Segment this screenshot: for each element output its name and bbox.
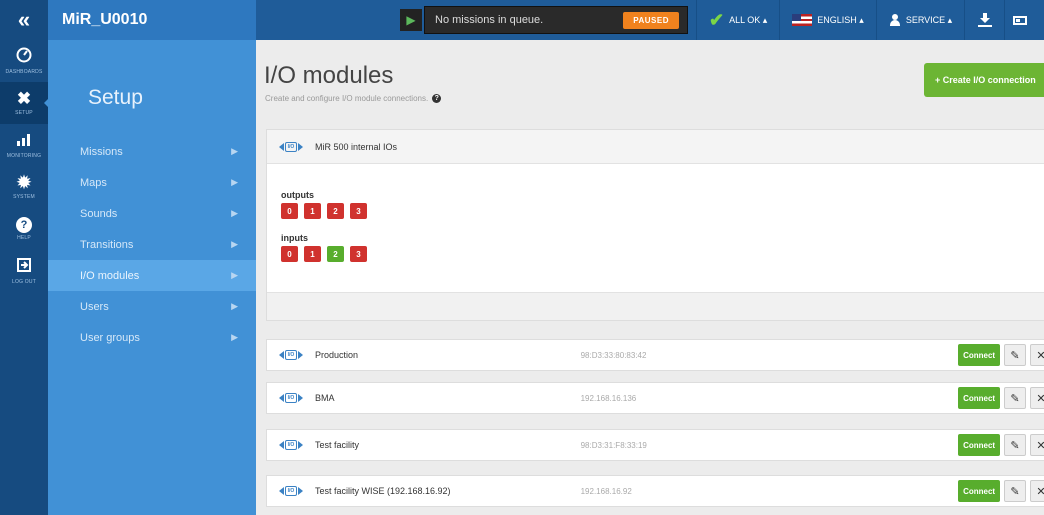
input-port: 0 [281,246,298,262]
pencil-icon[interactable]: ✎ [1004,344,1027,366]
chevron-right-icon: ▶ [231,208,238,218]
close-icon[interactable]: ✕ [1030,434,1044,456]
inputs-label: inputs [281,233,308,243]
menu-item-transitions[interactable]: Transitions ▶ [48,229,256,260]
help-icon: ? [16,217,32,233]
menu-item-maps[interactable]: Maps ▶ [48,167,256,198]
internal-io-name: MiR 500 internal IOs [315,141,398,152]
close-icon[interactable]: ✕ [1030,387,1044,409]
checkmark-icon: ✔ [709,9,725,30]
nav-setup[interactable]: ✖ SETUP [0,82,49,124]
connect-button[interactable]: Connect [958,434,1001,456]
user-menu[interactable]: SERVICE ▴ [875,0,964,40]
input-port: 1 [304,246,321,262]
main-content: I/O modules Create and configure I/O mod… [256,40,1044,515]
chevron-right-icon: ▶ [231,177,238,187]
internal-io-header[interactable]: I/O MiR 500 internal IOs [267,130,1044,164]
language-menu[interactable]: ENGLISH ▴ [779,0,876,40]
module-name: Test facility WISE (192.168.16.92) [314,486,451,496]
page-subtitle: Create and configure I/O module connecti… [265,94,442,103]
page-title: I/O modules [264,62,394,89]
left-nav: DASHBOARDS ✖ SETUP MONITORING ✹ SYSTEM ?… [0,40,49,515]
pencil-icon[interactable]: ✎ [1004,434,1027,456]
output-port[interactable]: 2 [327,203,344,219]
io-module-row: I/O Test facility WISE (192.168.16.92) 1… [266,475,1044,507]
module-address: 98:D3:31:F8:33:19 [580,440,647,450]
mission-queue-text: No missions in queue. [435,14,544,26]
output-port[interactable]: 1 [304,203,321,219]
output-port[interactable]: 3 [350,203,367,219]
nav-dashboards[interactable]: DASHBOARDS [0,40,48,82]
setup-menu: Setup Missions ▶ Maps ▶ Sounds ▶ Transition… [48,40,256,515]
close-icon[interactable]: ✕ [1030,344,1044,366]
chevron-right-icon: ▶ [231,146,238,156]
module-name: BMA [314,393,335,403]
chevron-right-icon: ▶ [231,239,238,249]
io-module-icon: I/O [279,141,303,152]
create-io-connection-button[interactable]: + Create I/O connection [924,63,1044,97]
menu-item-sounds[interactable]: Sounds ▶ [48,198,256,229]
io-module-icon: I/O [279,486,303,496]
robot-state-badge[interactable]: PAUSED [623,11,679,29]
double-chevron-left-icon[interactable]: « [0,0,48,40]
user-icon [889,14,901,26]
system-gear-icon: ✹ [16,173,32,192]
outputs-label: outputs [281,190,314,200]
monitoring-icon [16,131,32,151]
module-name: Production [314,350,358,360]
nav-system[interactable]: ✹ SYSTEM [0,166,48,208]
chevron-right-icon: ▶ [231,301,238,311]
input-ports: 0 1 2 3 [281,246,1044,262]
status-menu[interactable]: ✔ ALL OK ▴ [696,0,779,40]
robot-name: MiR_U0010 [48,0,256,40]
language-label: ENGLISH ▴ [817,14,864,25]
menu-item-io-modules[interactable]: I/O modules ▶ [48,260,256,291]
input-port: 3 [350,246,367,262]
connect-button[interactable]: Connect [958,480,1001,502]
menu-item-user-groups[interactable]: User groups ▶ [48,322,256,353]
module-address: 98:D3:33:80:83:42 [580,350,647,360]
output-port[interactable]: 0 [281,203,298,219]
status-label: ALL OK ▴ [729,14,768,25]
nav-help[interactable]: ? HELP [0,208,48,250]
io-module-icon: I/O [279,350,303,360]
battery-icon[interactable] [1004,0,1034,40]
us-flag-icon [792,14,813,26]
dashboard-icon [16,47,32,67]
io-module-icon: I/O [279,440,303,450]
io-module-row: I/O Test facility 98:D3:31:F8:33:19 Conn… [266,429,1044,461]
nav-monitoring[interactable]: MONITORING [0,124,48,166]
internal-io-card: I/O MiR 500 internal IOs outputs 0 1 2 3… [266,129,1044,321]
pencil-icon[interactable]: ✎ [1004,387,1027,409]
setup-title: Setup [88,86,143,109]
input-port: 2 [327,246,344,262]
chevron-right-icon: ▶ [231,270,238,280]
module-name: Test facility [314,440,359,450]
chevron-right-icon: ▶ [231,332,238,342]
io-module-icon: I/O [279,393,303,403]
module-address: 192.168.16.136 [580,393,637,403]
output-ports: 0 1 2 3 [281,203,1044,219]
mission-queue-status: No missions in queue. PAUSED [424,6,688,34]
play-icon[interactable]: ▶ [400,9,422,31]
connect-button[interactable]: Connect [958,344,1001,366]
logout-icon [16,257,32,277]
pencil-icon[interactable]: ✎ [1004,480,1027,502]
connect-button[interactable]: Connect [958,387,1001,409]
top-bar: « MiR_U0010 ▶ No missions in queue. PAUS… [0,0,1044,40]
module-address: 192.168.16.92 [580,486,632,496]
io-module-row: I/O BMA 192.168.16.136 Connect ✎ ✕ [266,382,1044,414]
setup-tools-icon: ✖ [16,89,32,108]
user-label: SERVICE ▴ [905,14,953,25]
download-icon[interactable] [964,0,1004,40]
help-icon[interactable]: ? [432,94,442,103]
nav-logout[interactable]: LOG OUT [0,250,48,292]
close-icon[interactable]: ✕ [1030,480,1044,502]
menu-item-users[interactable]: Users ▶ [48,291,256,322]
io-module-row: I/O Production 98:D3:33:80:83:42 Connect… [266,339,1044,371]
menu-item-missions[interactable]: Missions ▶ [48,136,256,167]
